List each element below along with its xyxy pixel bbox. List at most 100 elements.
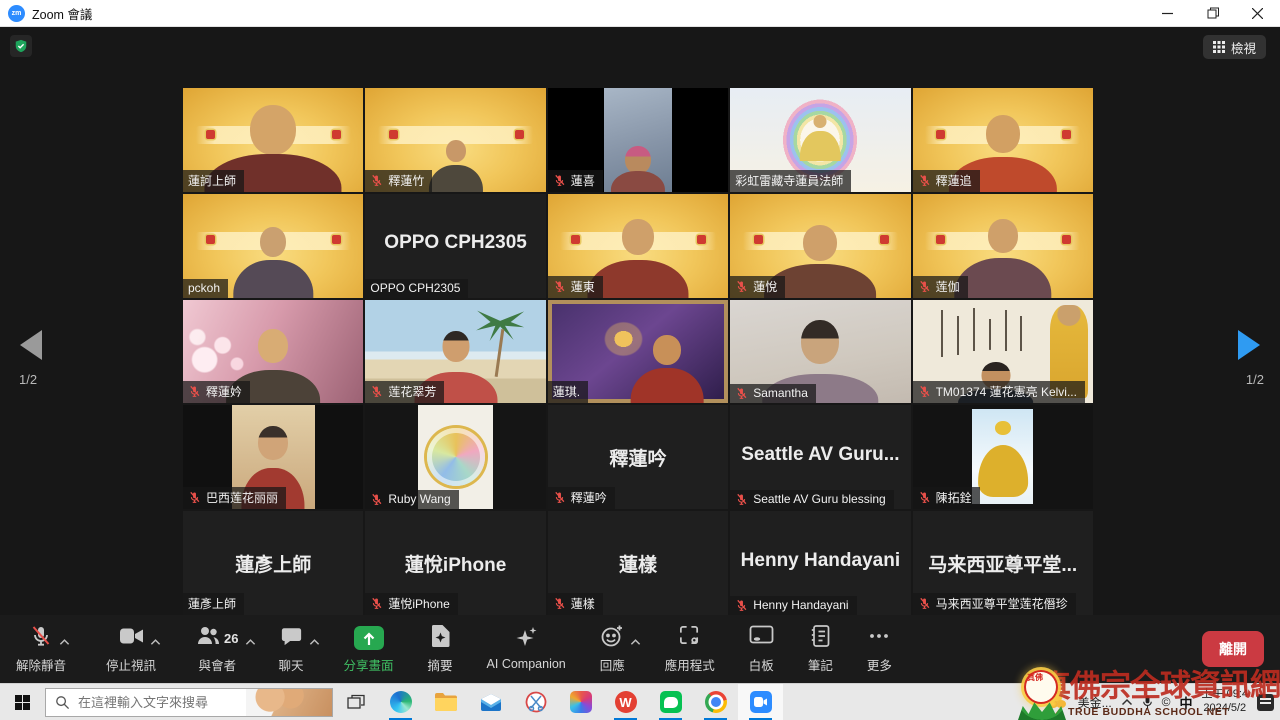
next-page-arrow-icon[interactable]	[1238, 330, 1260, 360]
page-indicator-left: 1/2	[19, 372, 37, 387]
participant-tile[interactable]: 釋蓮吟釋蓮吟	[548, 405, 728, 509]
toolbar-label: 與會者	[199, 655, 237, 674]
participant-tile[interactable]: 蓮東	[548, 194, 728, 298]
camera-icon	[119, 626, 144, 651]
participant-tile[interactable]: 蓮彥上師蓮彥上師	[183, 511, 363, 615]
participant-tile[interactable]: Seattle AV Guru...Seattle AV Guru blessi…	[730, 405, 910, 509]
previous-page-arrow-icon[interactable]	[20, 330, 42, 360]
chevron-up-icon[interactable]	[630, 633, 641, 651]
search-highlight-image[interactable]	[246, 689, 332, 716]
title-bar: zm Zoom 會議	[0, 0, 1280, 27]
tray-expand-chevron-icon[interactable]	[1121, 698, 1133, 706]
wps-office-icon[interactable]: W	[603, 684, 648, 720]
participant-name-center: 釋蓮吟	[553, 444, 723, 471]
chat-icon	[280, 625, 303, 652]
participant-tile[interactable]: Ruby Wang	[365, 405, 545, 509]
participant-tile[interactable]: TM01374 蓮花憲亮 Kelvi...	[913, 300, 1093, 404]
file-explorer-icon[interactable]	[423, 684, 468, 720]
start-icon[interactable]	[0, 684, 45, 720]
participant-tile[interactable]: 莲伽	[913, 194, 1093, 298]
toolbar-mic-muted[interactable]: 解除靜音	[16, 625, 66, 674]
participant-tile[interactable]: 蓮悅	[730, 194, 910, 298]
participant-tile[interactable]: pckoh	[183, 194, 363, 298]
participant-tile[interactable]: 马来西亚尊平堂...马来西亚尊平堂莲花僭珍	[913, 511, 1093, 615]
participant-tile[interactable]: 莲花翠芳	[365, 300, 545, 404]
toolbar-summary[interactable]: 摘要	[428, 625, 453, 674]
participant-tile[interactable]: 釋蓮追	[913, 88, 1093, 192]
participant-tile[interactable]: 蓮訶上師	[183, 88, 363, 192]
widget-label[interactable]: 美金...	[1078, 694, 1112, 711]
notification-center-icon[interactable]	[1257, 694, 1274, 711]
participant-tile[interactable]: 陳拓銓	[913, 405, 1093, 509]
muted-mic-icon	[918, 280, 931, 293]
participant-tile[interactable]: 巴西莲花丽丽	[183, 405, 363, 509]
security-shield-icon[interactable]	[10, 35, 32, 57]
participant-tile[interactable]: Henny HandayaniHenny Handayani	[730, 511, 910, 615]
toolbar-reactions[interactable]: 回應	[600, 625, 625, 674]
reactions-icon	[600, 624, 624, 653]
chevron-up-icon[interactable]	[245, 633, 256, 651]
participant-tile[interactable]: OPPO CPH2305OPPO CPH2305	[365, 194, 545, 298]
notes-icon	[810, 624, 830, 653]
toolbar-more[interactable]: 更多	[867, 625, 892, 674]
tray-mic-icon[interactable]	[1142, 695, 1153, 710]
participant-tile[interactable]: 釋蓮竹	[365, 88, 545, 192]
participant-name-label: 莲伽	[913, 276, 968, 298]
edge-icon[interactable]	[378, 684, 423, 720]
toolbar-ai-companion[interactable]: AI Companion	[487, 627, 566, 671]
muted-mic-icon	[370, 597, 383, 610]
participant-name-label: OPPO CPH2305	[365, 279, 468, 298]
leave-button[interactable]: 離開	[1202, 631, 1264, 667]
close-icon[interactable]	[1235, 0, 1280, 26]
snipping-tool-icon[interactable]	[513, 684, 558, 720]
muted-mic-icon	[735, 599, 748, 612]
minimize-icon[interactable]	[1145, 0, 1190, 26]
toolbar-participants[interactable]: 26與會者	[196, 625, 238, 674]
chrome-icon[interactable]	[693, 684, 738, 720]
ime-indicator[interactable]: 中	[1180, 693, 1193, 712]
toolbar-camera[interactable]: 停止視訊	[106, 625, 156, 674]
office-icon[interactable]	[558, 684, 603, 720]
muted-mic-icon	[735, 493, 748, 506]
participant-tile[interactable]: 蓮樣蓮樣	[548, 511, 728, 615]
participant-name-label: Henny Handayani	[730, 596, 856, 615]
participant-tile[interactable]: 蓮琪.	[548, 300, 728, 404]
line-icon[interactable]	[648, 684, 693, 720]
participant-tile[interactable]: 蓮悅iPhone蓮悅iPhone	[365, 511, 545, 615]
muted-mic-icon	[188, 491, 201, 504]
participant-name-label: 釋蓮吟	[548, 487, 615, 509]
toolbar-label: AI Companion	[487, 657, 566, 671]
task-view-icon[interactable]	[333, 684, 378, 720]
participant-tile[interactable]: 彩虹雷藏寺蓮員法師	[730, 88, 910, 192]
gold-price-widget-icon[interactable]	[1047, 694, 1069, 710]
mail-icon[interactable]	[468, 684, 513, 720]
muted-mic-icon	[553, 280, 566, 293]
participant-tile[interactable]: 釋蓮妗	[183, 300, 363, 404]
toolbar-apps[interactable]: 應用程式	[665, 625, 715, 674]
toolbar-label: 白板	[749, 655, 774, 674]
participant-name-label: 釋蓮妗	[183, 381, 250, 403]
toolbar-whiteboard[interactable]: 白板	[749, 625, 774, 674]
taskbar-search[interactable]	[45, 688, 333, 717]
participant-name-label: 蓮悅	[730, 276, 785, 298]
search-input[interactable]	[78, 695, 238, 710]
restore-icon[interactable]	[1190, 0, 1235, 26]
toolbar-chat[interactable]: 聊天	[279, 625, 304, 674]
participant-grid: 蓮訶上師釋蓮竹 蓮喜彩虹雷藏寺蓮員法師釋蓮追 pckohOPPO CPH2305OP…	[183, 88, 1093, 615]
participant-name-label: 釋蓮竹	[365, 170, 432, 192]
chevron-up-icon[interactable]	[150, 633, 161, 651]
grid-view-icon	[1213, 41, 1225, 53]
toolbar-notes[interactable]: 筆記	[808, 625, 833, 674]
participant-name-label: 巴西莲花丽丽	[183, 487, 286, 509]
toolbar-share-screen[interactable]: 分享畫面	[344, 625, 394, 674]
taskbar-clock[interactable]: 上午 09:4 2024/5/2	[1202, 688, 1248, 716]
chevron-up-icon[interactable]	[309, 633, 320, 651]
muted-mic-icon	[918, 174, 931, 187]
tray-copyright-icon[interactable]: ©	[1162, 695, 1171, 709]
participant-tile[interactable]: 蓮喜	[548, 88, 728, 192]
chevron-up-icon[interactable]	[59, 633, 70, 651]
view-button[interactable]: 檢視	[1203, 35, 1266, 59]
participant-name-center: 马来西亚尊平堂...	[918, 550, 1088, 577]
zoom-taskbar-icon[interactable]	[738, 684, 783, 720]
participant-tile[interactable]: Samantha	[730, 300, 910, 404]
